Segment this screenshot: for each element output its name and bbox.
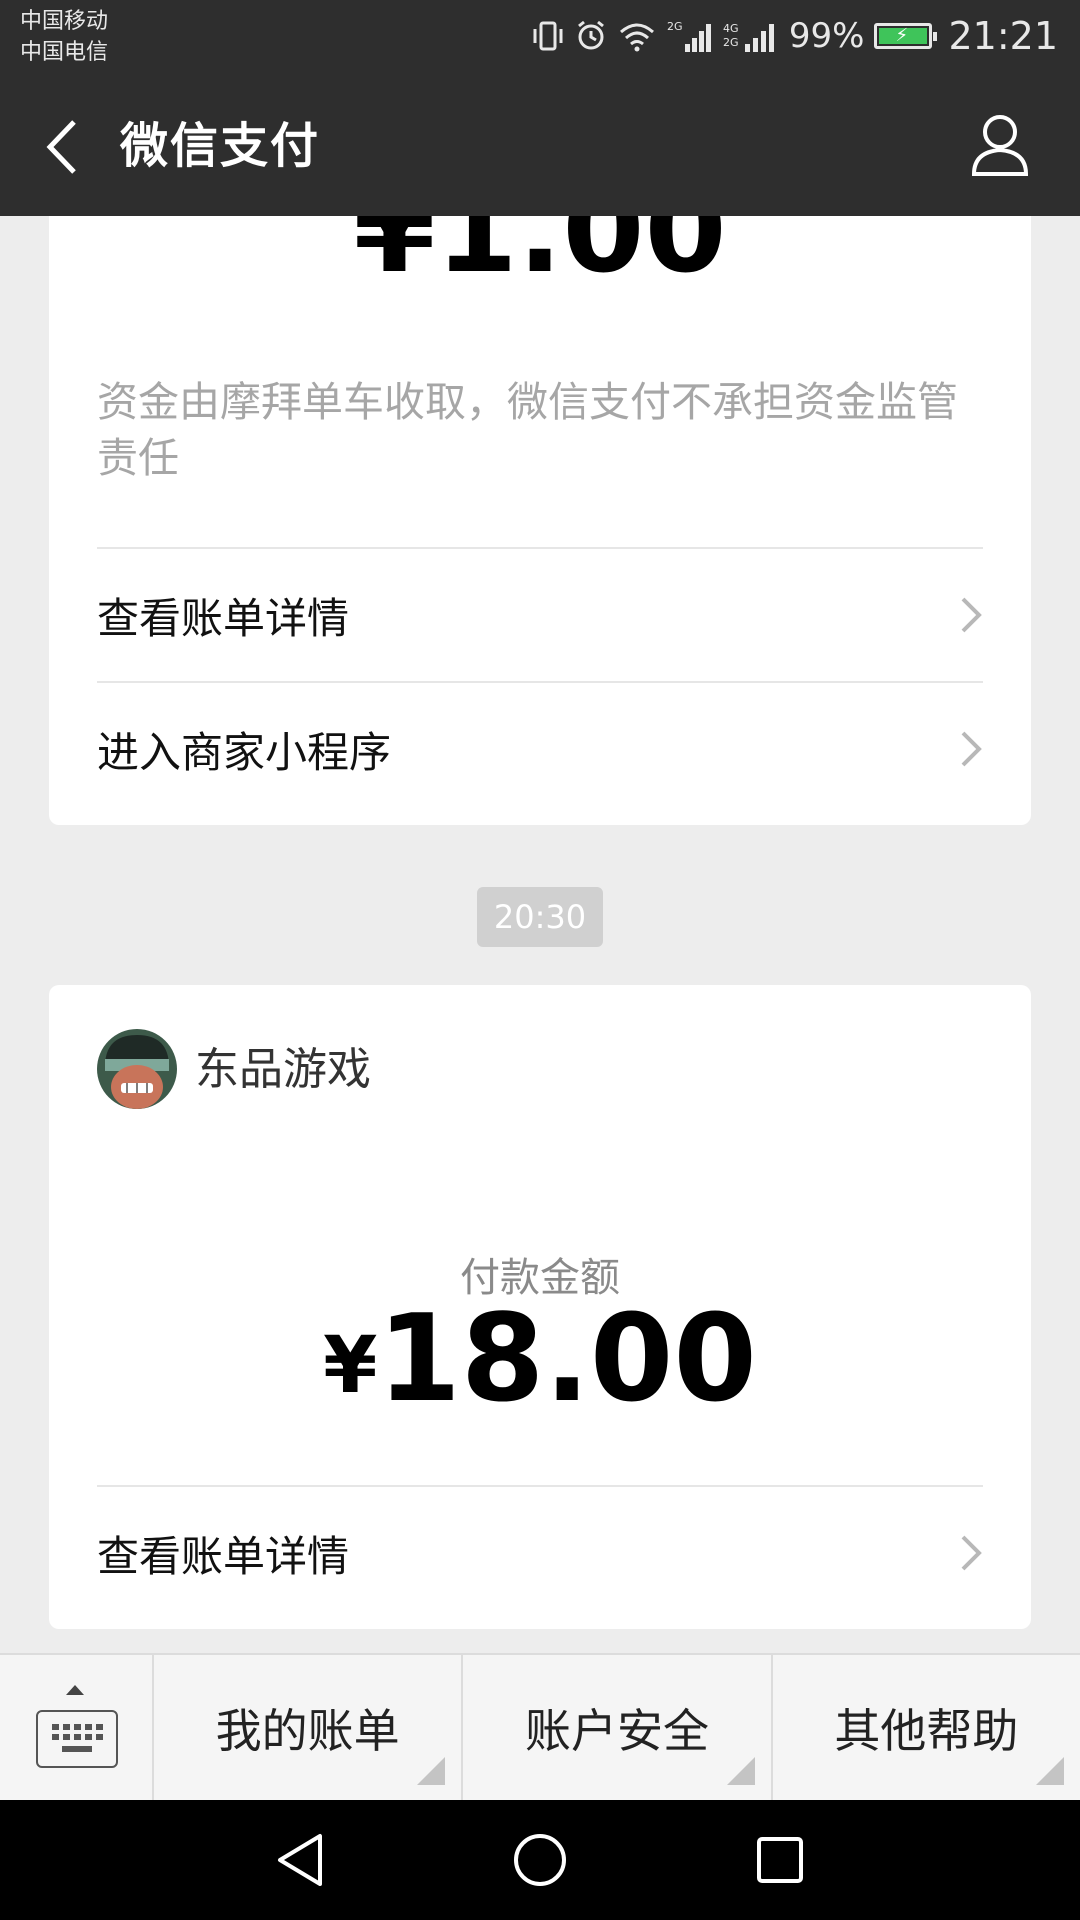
submenu-indicator-icon [1035, 1757, 1064, 1785]
row-label: 查看账单详情 [97, 593, 350, 643]
signal-2g-icon: 2G [667, 18, 713, 54]
chevron-right-icon [957, 595, 983, 635]
menu-label: 我的账单 [215, 1704, 400, 1758]
nav-bar: 微信支付 [0, 76, 1080, 216]
system-nav-bar [0, 1800, 1080, 1920]
carrier-info: 中国移动 中国电信 [20, 6, 108, 68]
svg-text:2G: 2G [723, 36, 739, 49]
row-label: 查看账单详情 [97, 1531, 350, 1581]
submenu-indicator-icon [726, 1757, 755, 1785]
svg-text:2G: 2G [667, 20, 683, 33]
view-bill-details-row[interactable]: 查看账单详情 [97, 549, 983, 681]
home-circle-icon[interactable] [510, 1830, 570, 1890]
caret-up-icon [66, 1685, 84, 1695]
view-bill-details-row[interactable]: 查看账单详情 [97, 1487, 983, 1619]
signal-4g-icon: 4G 2G [723, 18, 779, 54]
merchant-avatar[interactable] [97, 1029, 177, 1109]
svg-text:4G: 4G [723, 22, 739, 35]
back-triangle-icon[interactable] [270, 1830, 330, 1890]
row-label: 进入商家小程序 [97, 727, 392, 777]
keyboard-toggle-button[interactable] [0, 1655, 154, 1801]
enter-mini-program-row[interactable]: 进入商家小程序 [97, 683, 983, 815]
chevron-left-icon[interactable] [40, 116, 88, 178]
menu-account-security[interactable]: 账户安全 [463, 1655, 773, 1801]
menu-label: 其他帮助 [834, 1704, 1019, 1758]
charging-icon: ⚡ [895, 25, 909, 46]
page-title: 微信支付 [120, 118, 321, 174]
payment-card-mobike: ¥1.00 资金由摩拜单车收取，微信支付不承担资金监管责任 查看账单详情 进入商… [49, 150, 1031, 825]
chevron-right-icon [957, 1533, 983, 1573]
keyboard-icon [36, 1710, 118, 1768]
payment-amount: ¥18.00 [49, 1295, 1031, 1460]
menu-label: 账户安全 [524, 1704, 709, 1758]
menu-other-help[interactable]: 其他帮助 [773, 1655, 1080, 1801]
wifi-icon [617, 20, 657, 52]
status-icons: 2G 4G 2G 99% ⚡ 21:21 [531, 10, 1058, 62]
status-bar: 中国移动 中国电信 2G 4G 2G 99% ⚡ 21:21 [0, 0, 1080, 76]
amount-value: 18.00 [377, 1290, 757, 1429]
carrier-1: 中国移动 [20, 9, 109, 34]
currency-symbol: ¥ [323, 1321, 378, 1411]
payment-card-dongpin: 东品游戏 付款金额 ¥18.00 查看账单详情 [49, 985, 1031, 1629]
submenu-indicator-icon [417, 1757, 446, 1785]
merchant-name: 东品游戏 [195, 1044, 371, 1095]
alarm-icon [575, 20, 607, 52]
message-timestamp: 20:30 [477, 887, 603, 947]
menu-my-bills[interactable]: 我的账单 [154, 1655, 464, 1801]
bottom-menu: 我的账单 账户安全 其他帮助 [0, 1653, 1080, 1801]
battery-icon: ⚡ [874, 23, 938, 49]
chevron-right-icon [957, 729, 983, 769]
fund-notice: 资金由摩拜单车收取，微信支付不承担资金监管责任 [97, 378, 958, 482]
carrier-2: 中国电信 [20, 40, 109, 65]
clock: 21:21 [948, 14, 1058, 58]
battery-percent: 99% [788, 16, 865, 56]
recents-square-icon[interactable] [750, 1830, 810, 1890]
vibrate-icon [531, 20, 565, 52]
user-icon[interactable] [970, 112, 1030, 178]
